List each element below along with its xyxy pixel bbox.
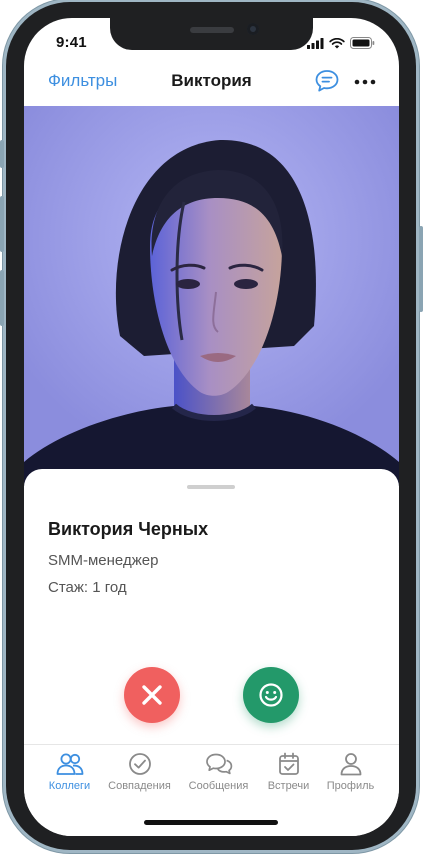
phone-side-button [419, 226, 423, 312]
phone-side-button [0, 270, 4, 326]
navigation-bar: Фильтры Виктория [24, 62, 399, 106]
reject-button[interactable] [124, 667, 180, 723]
tab-label: Встречи [267, 780, 310, 792]
chat-icon[interactable] [314, 68, 340, 94]
calendar-check-icon [278, 752, 299, 775]
device-notch [110, 18, 313, 50]
person-name: Виктория Черных [48, 519, 209, 539]
profile-portrait [24, 106, 399, 486]
status-icons [307, 37, 375, 49]
profile-card: Виктория Черных SMM-менеджер Стаж: 1 год [24, 469, 399, 744]
profile-photo [24, 106, 399, 486]
person-role: SMM-менеджер [48, 552, 159, 569]
person-experience: Стаж: 1 год [48, 579, 127, 596]
phone-screen: 9:41 Фильтры Виктория Виктория Черных SM… [24, 18, 399, 836]
tab-matches[interactable]: Совпадения [102, 751, 177, 803]
people-icon [56, 753, 83, 775]
tab-profile[interactable]: Профиль [313, 751, 388, 803]
phone-side-button [0, 140, 4, 168]
like-button[interactable] [243, 667, 299, 723]
drag-handle[interactable] [187, 485, 235, 489]
tab-label: Сообщения [188, 780, 249, 792]
battery-icon [350, 37, 375, 49]
filters-button[interactable]: Фильтры [48, 71, 117, 91]
front-camera [247, 23, 259, 35]
tab-label: Профиль [326, 780, 375, 792]
tab-messages[interactable]: Сообщения [181, 751, 256, 803]
close-icon [142, 685, 162, 705]
tab-label: Совпадения [108, 780, 171, 792]
home-indicator[interactable] [144, 820, 278, 825]
status-time: 9:41 [56, 34, 87, 51]
speaker-grille [190, 27, 234, 33]
wifi-icon [329, 37, 345, 48]
check-circle-icon [128, 753, 151, 775]
tab-label: Коллеги [48, 780, 91, 792]
tab-colleagues[interactable]: Коллеги [32, 751, 107, 803]
more-options-icon[interactable] [354, 72, 376, 92]
smile-icon [259, 683, 283, 707]
user-icon [340, 753, 361, 776]
phone-side-button [0, 196, 4, 252]
chat-bubbles-icon [205, 753, 232, 775]
